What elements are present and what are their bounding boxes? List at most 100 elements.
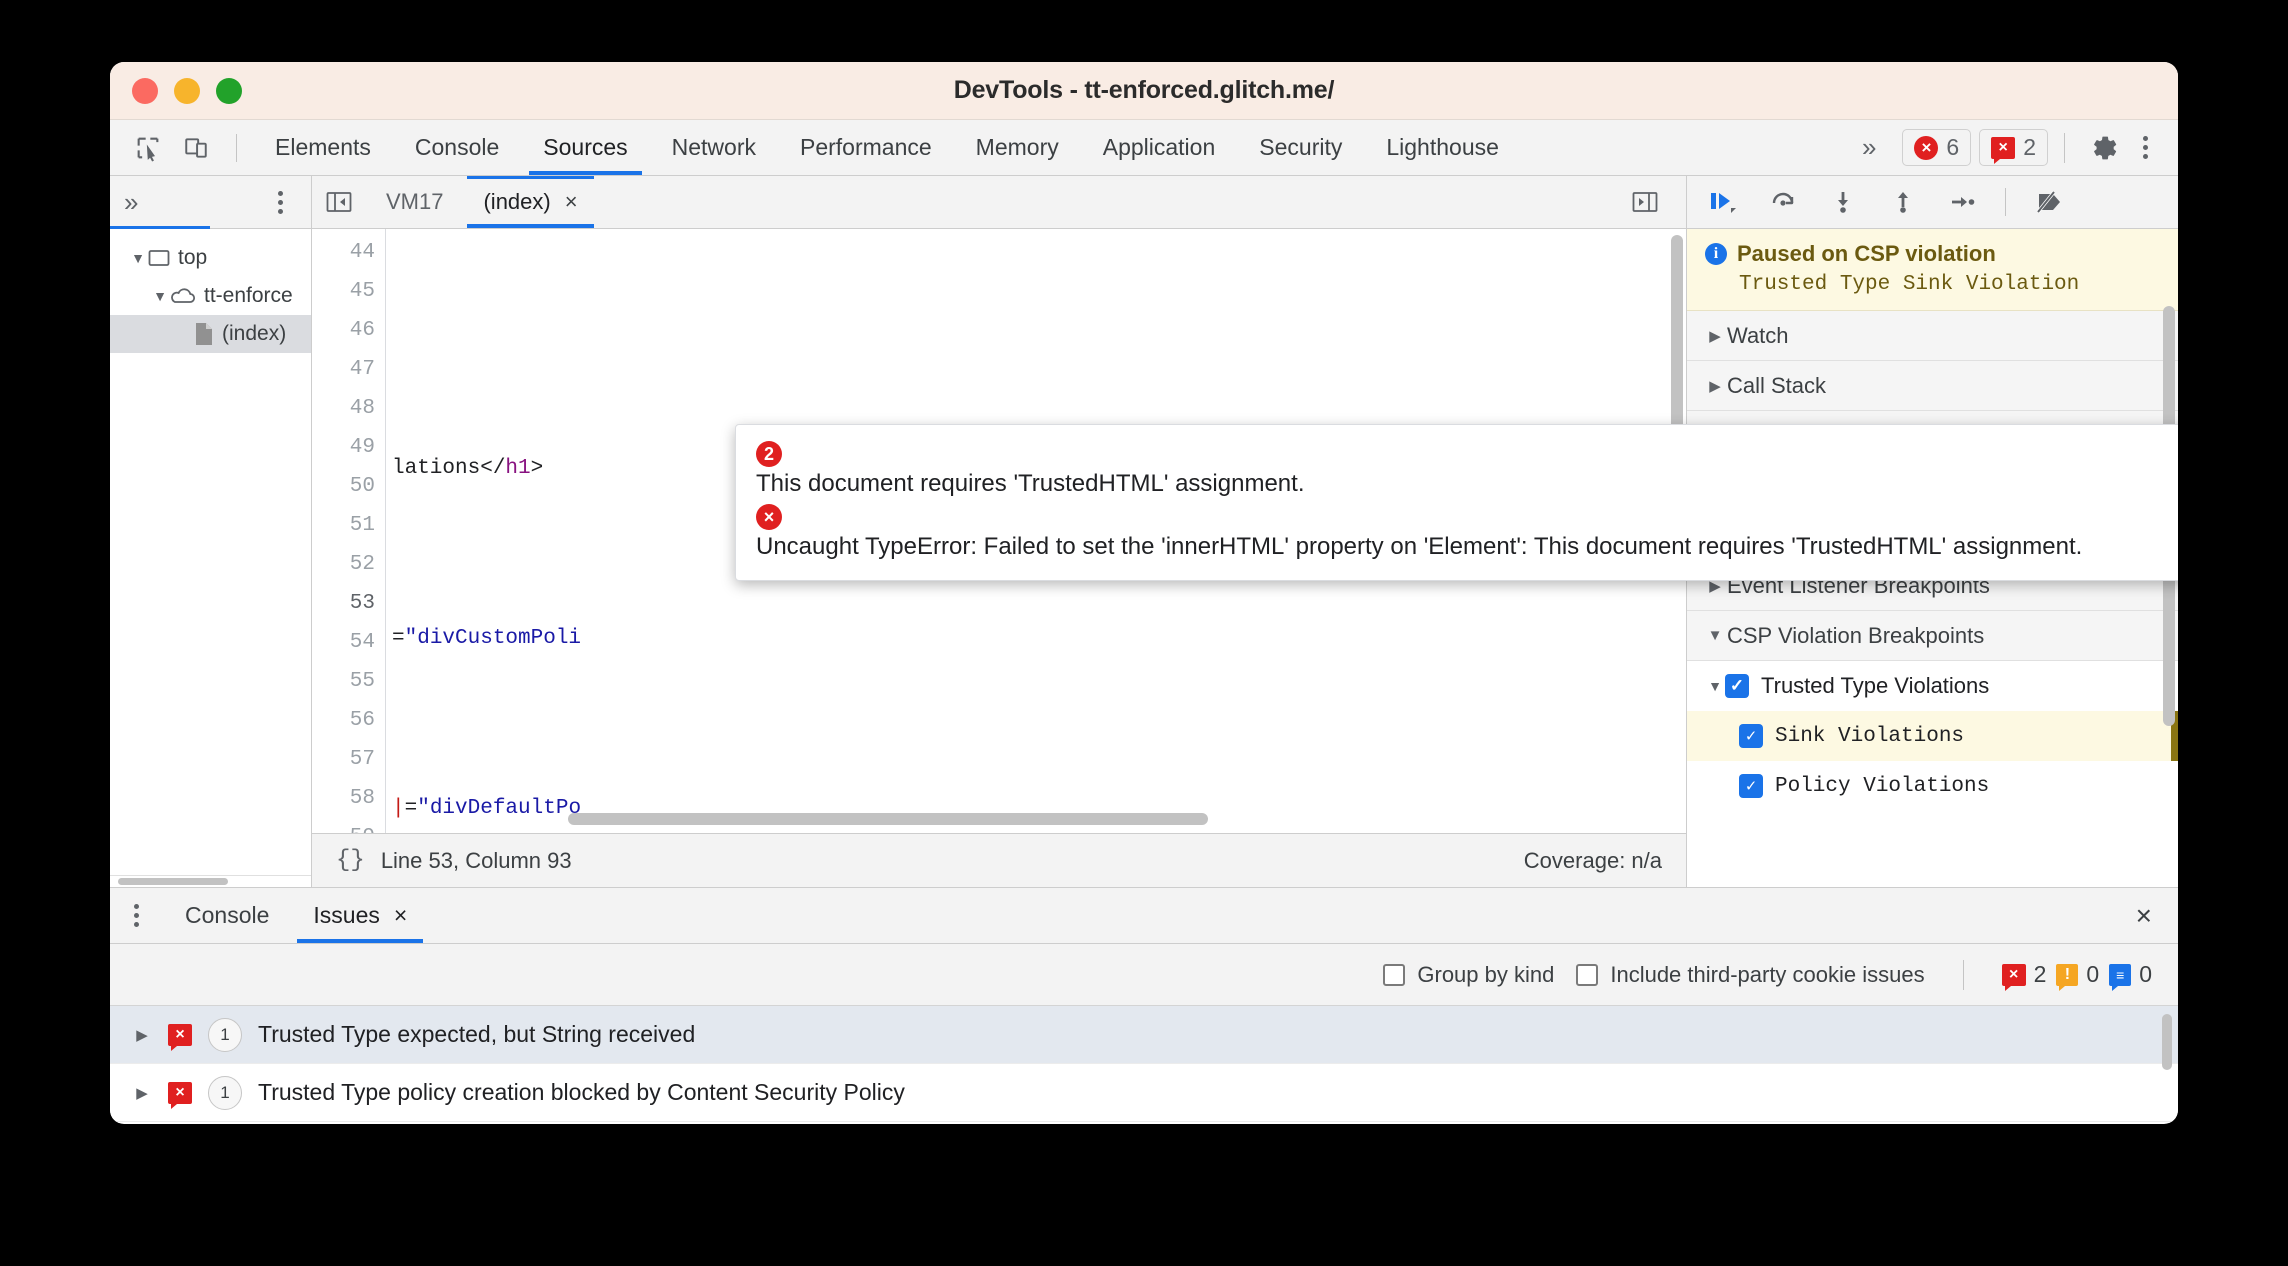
drawer-tab-label: Issues [313,902,380,928]
kebab-menu-icon[interactable] [2129,136,2162,159]
device-toolbar-icon[interactable] [172,127,220,169]
third-party-cookie-checkbox[interactable] [1576,963,1599,986]
close-icon[interactable]: × [565,189,578,215]
step-out-icon[interactable] [1875,180,1931,224]
breakpoint-trusted-type-violations[interactable]: ▼ ✓ Trusted Type Violations [1687,661,2178,711]
navigator-pane: » ▼ top ▼ tt-enforce (index) [110,176,312,887]
step-into-icon[interactable] [1815,180,1871,224]
issues-list: ▶ × 1 Trusted Type expected, but String … [110,1006,2178,1123]
debugger-toolbar [1687,176,2178,229]
chevron-right-icon: ▶ [1709,327,1721,345]
tab-label: Performance [800,134,932,160]
more-tabs-icon[interactable]: » [1844,132,1894,163]
section-call-stack[interactable]: ▶ Call Stack [1687,361,2178,411]
tab-elements[interactable]: Elements [253,120,393,175]
issue-row[interactable]: ▶ × 1 Trusted Type policy creation block… [110,1064,2178,1122]
section-label: Call Stack [1727,372,1827,398]
step-over-icon[interactable] [1755,180,1811,224]
show-debugger-icon[interactable] [1618,191,1672,213]
issues-info-count: 0 [2139,961,2152,987]
checkbox-policy-violations[interactable]: ✓ [1739,774,1763,798]
tab-sources[interactable]: Sources [521,120,649,175]
breakpoint-sink-violations[interactable]: ✓ Sink Violations [1687,711,2178,761]
line-number: 53 [349,592,375,615]
tab-network[interactable]: Network [650,120,778,175]
error-circle-icon: × [1914,135,1939,160]
editor-tab-index[interactable]: (index) × [463,176,597,228]
drawer-tab-bar: Console Issues × × [110,888,2178,944]
drawer-tab-console[interactable]: Console [163,888,291,943]
line-number: 57 [349,748,375,771]
chevron-right-icon[interactable]: ▶ [132,1084,152,1102]
step-icon[interactable] [1935,180,1991,224]
error-count-badge[interactable]: × 6 [1902,129,1972,166]
tree-item-top[interactable]: ▼ top [110,239,311,277]
cursor-position: Line 53, Column 93 [380,847,572,873]
tab-label: Application [1102,134,1216,160]
line-number: 46 [349,319,375,342]
info-bubble-icon: ≡ [2109,963,2132,991]
section-label: Watch [1727,322,1789,348]
issue-row[interactable]: ▶ × 1 Trusted Type expected, but String … [110,1006,2178,1064]
info-icon: i [1705,243,1727,265]
window-titlebar: DevTools - tt-enforced.glitch.me/ [110,62,2178,120]
third-party-cookie-checkbox-item[interactable]: Include third-party cookie issues [1576,962,1925,988]
editor-status-bar: {} Line 53, Column 93 Coverage: n/a [312,833,1686,887]
editor-tab-vm17[interactable]: VM17 [366,176,463,228]
issue-title: Trusted Type expected, but String receiv… [258,1021,696,1047]
chevron-down-icon[interactable]: ▼ [1705,678,1725,694]
chevron-down-icon[interactable]: ▼ [150,288,170,304]
line-number: 50 [349,475,375,498]
editor-horizontal-scrollbar[interactable] [386,813,1686,825]
navigator-menu-icon[interactable] [264,190,297,214]
chevron-right-icon[interactable]: ▶ [132,1026,152,1044]
popover-error-badge-row: × [756,503,2178,530]
tab-console[interactable]: Console [393,120,521,175]
show-navigator-icon[interactable] [312,176,366,228]
navigator-horizontal-scrollbar[interactable] [110,875,311,887]
breakpoint-label: Trusted Type Violations [1761,673,1990,698]
devtools-window: DevTools - tt-enforced.glitch.me/ Elemen… [110,62,2178,1124]
popover-message-2: Uncaught TypeError: Failed to set the 'i… [756,532,2083,560]
section-csp-violation-breakpoints[interactable]: ▼ CSP Violation Breakpoints [1687,611,2178,661]
tree-item-index[interactable]: (index) [110,315,311,353]
resume-icon[interactable] [1695,180,1751,224]
checkbox-trusted-type-violations[interactable]: ✓ [1725,674,1749,698]
issues-error-count: 2 [2033,961,2047,987]
checkbox-sink-violations[interactable]: ✓ [1739,724,1763,748]
breakpoint-policy-violations[interactable]: ✓ Policy Violations [1687,761,2178,811]
line-number: 54 [349,631,375,654]
pretty-print-icon[interactable]: {} [336,847,365,874]
issue-severity-icon: × [168,1081,192,1109]
gear-icon[interactable] [2081,127,2129,169]
tree-item-tt-enforce[interactable]: ▼ tt-enforce [110,277,311,315]
group-by-kind-checkbox[interactable] [1383,963,1406,986]
tab-performance[interactable]: Performance [778,120,954,175]
inspect-element-icon[interactable] [124,127,172,169]
issues-counts: × 2 ! 0 ≡ 0 [2001,961,2152,991]
tree-item-label: (index) [222,322,287,345]
issue-count-value: 2 [2023,134,2036,160]
issues-info-count-group: ≡ 0 [2109,961,2152,991]
tab-application[interactable]: Application [1081,120,1238,175]
issues-warning-count-group: ! 0 [2056,961,2099,991]
close-drawer-button[interactable]: × [2136,888,2178,943]
drawer-menu-icon[interactable] [110,888,163,943]
deactivate-breakpoints-icon[interactable] [2020,180,2076,224]
section-watch[interactable]: ▶ Watch [1687,311,2178,361]
issue-count-badge[interactable]: × 2 [1979,129,2048,166]
tab-security[interactable]: Security [1237,120,1364,175]
cloud-icon [170,287,196,305]
tab-lighthouse[interactable]: Lighthouse [1364,120,1521,175]
tab-label: Memory [975,134,1059,160]
tab-memory[interactable]: Memory [954,120,1081,175]
chevron-down-icon[interactable]: ▼ [128,250,148,266]
drawer-tab-issues[interactable]: Issues × [291,888,429,943]
close-icon[interactable]: × [394,902,407,929]
issues-vertical-scrollbar[interactable] [2162,1014,2172,1070]
group-by-kind-checkbox-item[interactable]: Group by kind [1383,962,1554,988]
debugger-sections: ▶ Watch ▶ Call Stack ▶ XHR/fetch Breakpo… [1687,311,2178,887]
navigator-more-icon[interactable]: » [124,187,138,218]
group-by-kind-label: Group by kind [1417,961,1555,987]
